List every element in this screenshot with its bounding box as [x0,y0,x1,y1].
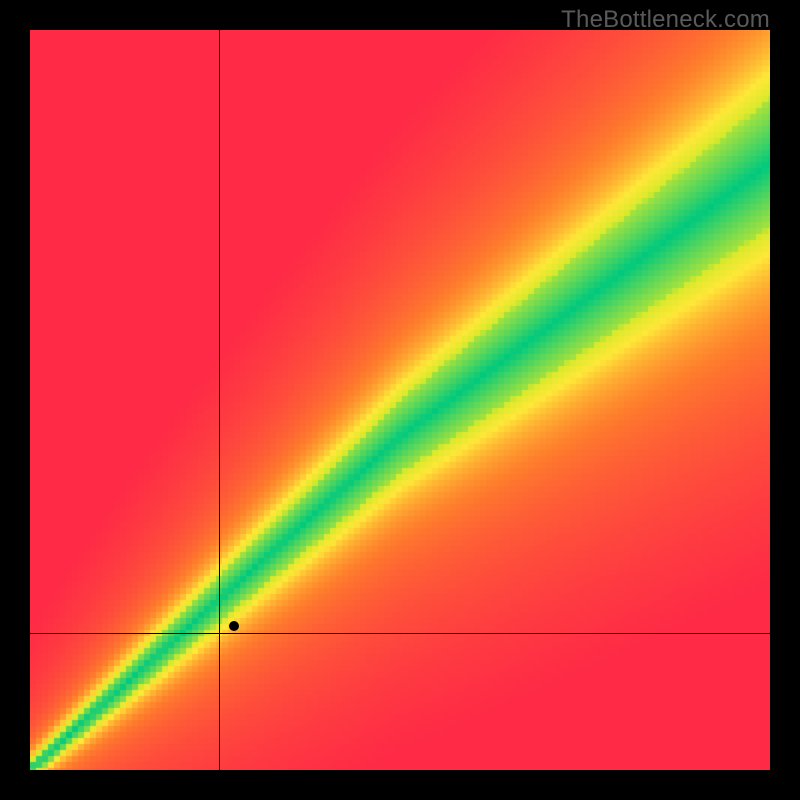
heatmap-canvas [30,30,770,770]
chart-frame: TheBottleneck.com [0,0,800,800]
heatmap-plot [30,30,770,770]
crosshair-vertical [219,30,220,770]
crosshair-horizontal [30,633,770,634]
selected-point-marker [229,621,239,631]
